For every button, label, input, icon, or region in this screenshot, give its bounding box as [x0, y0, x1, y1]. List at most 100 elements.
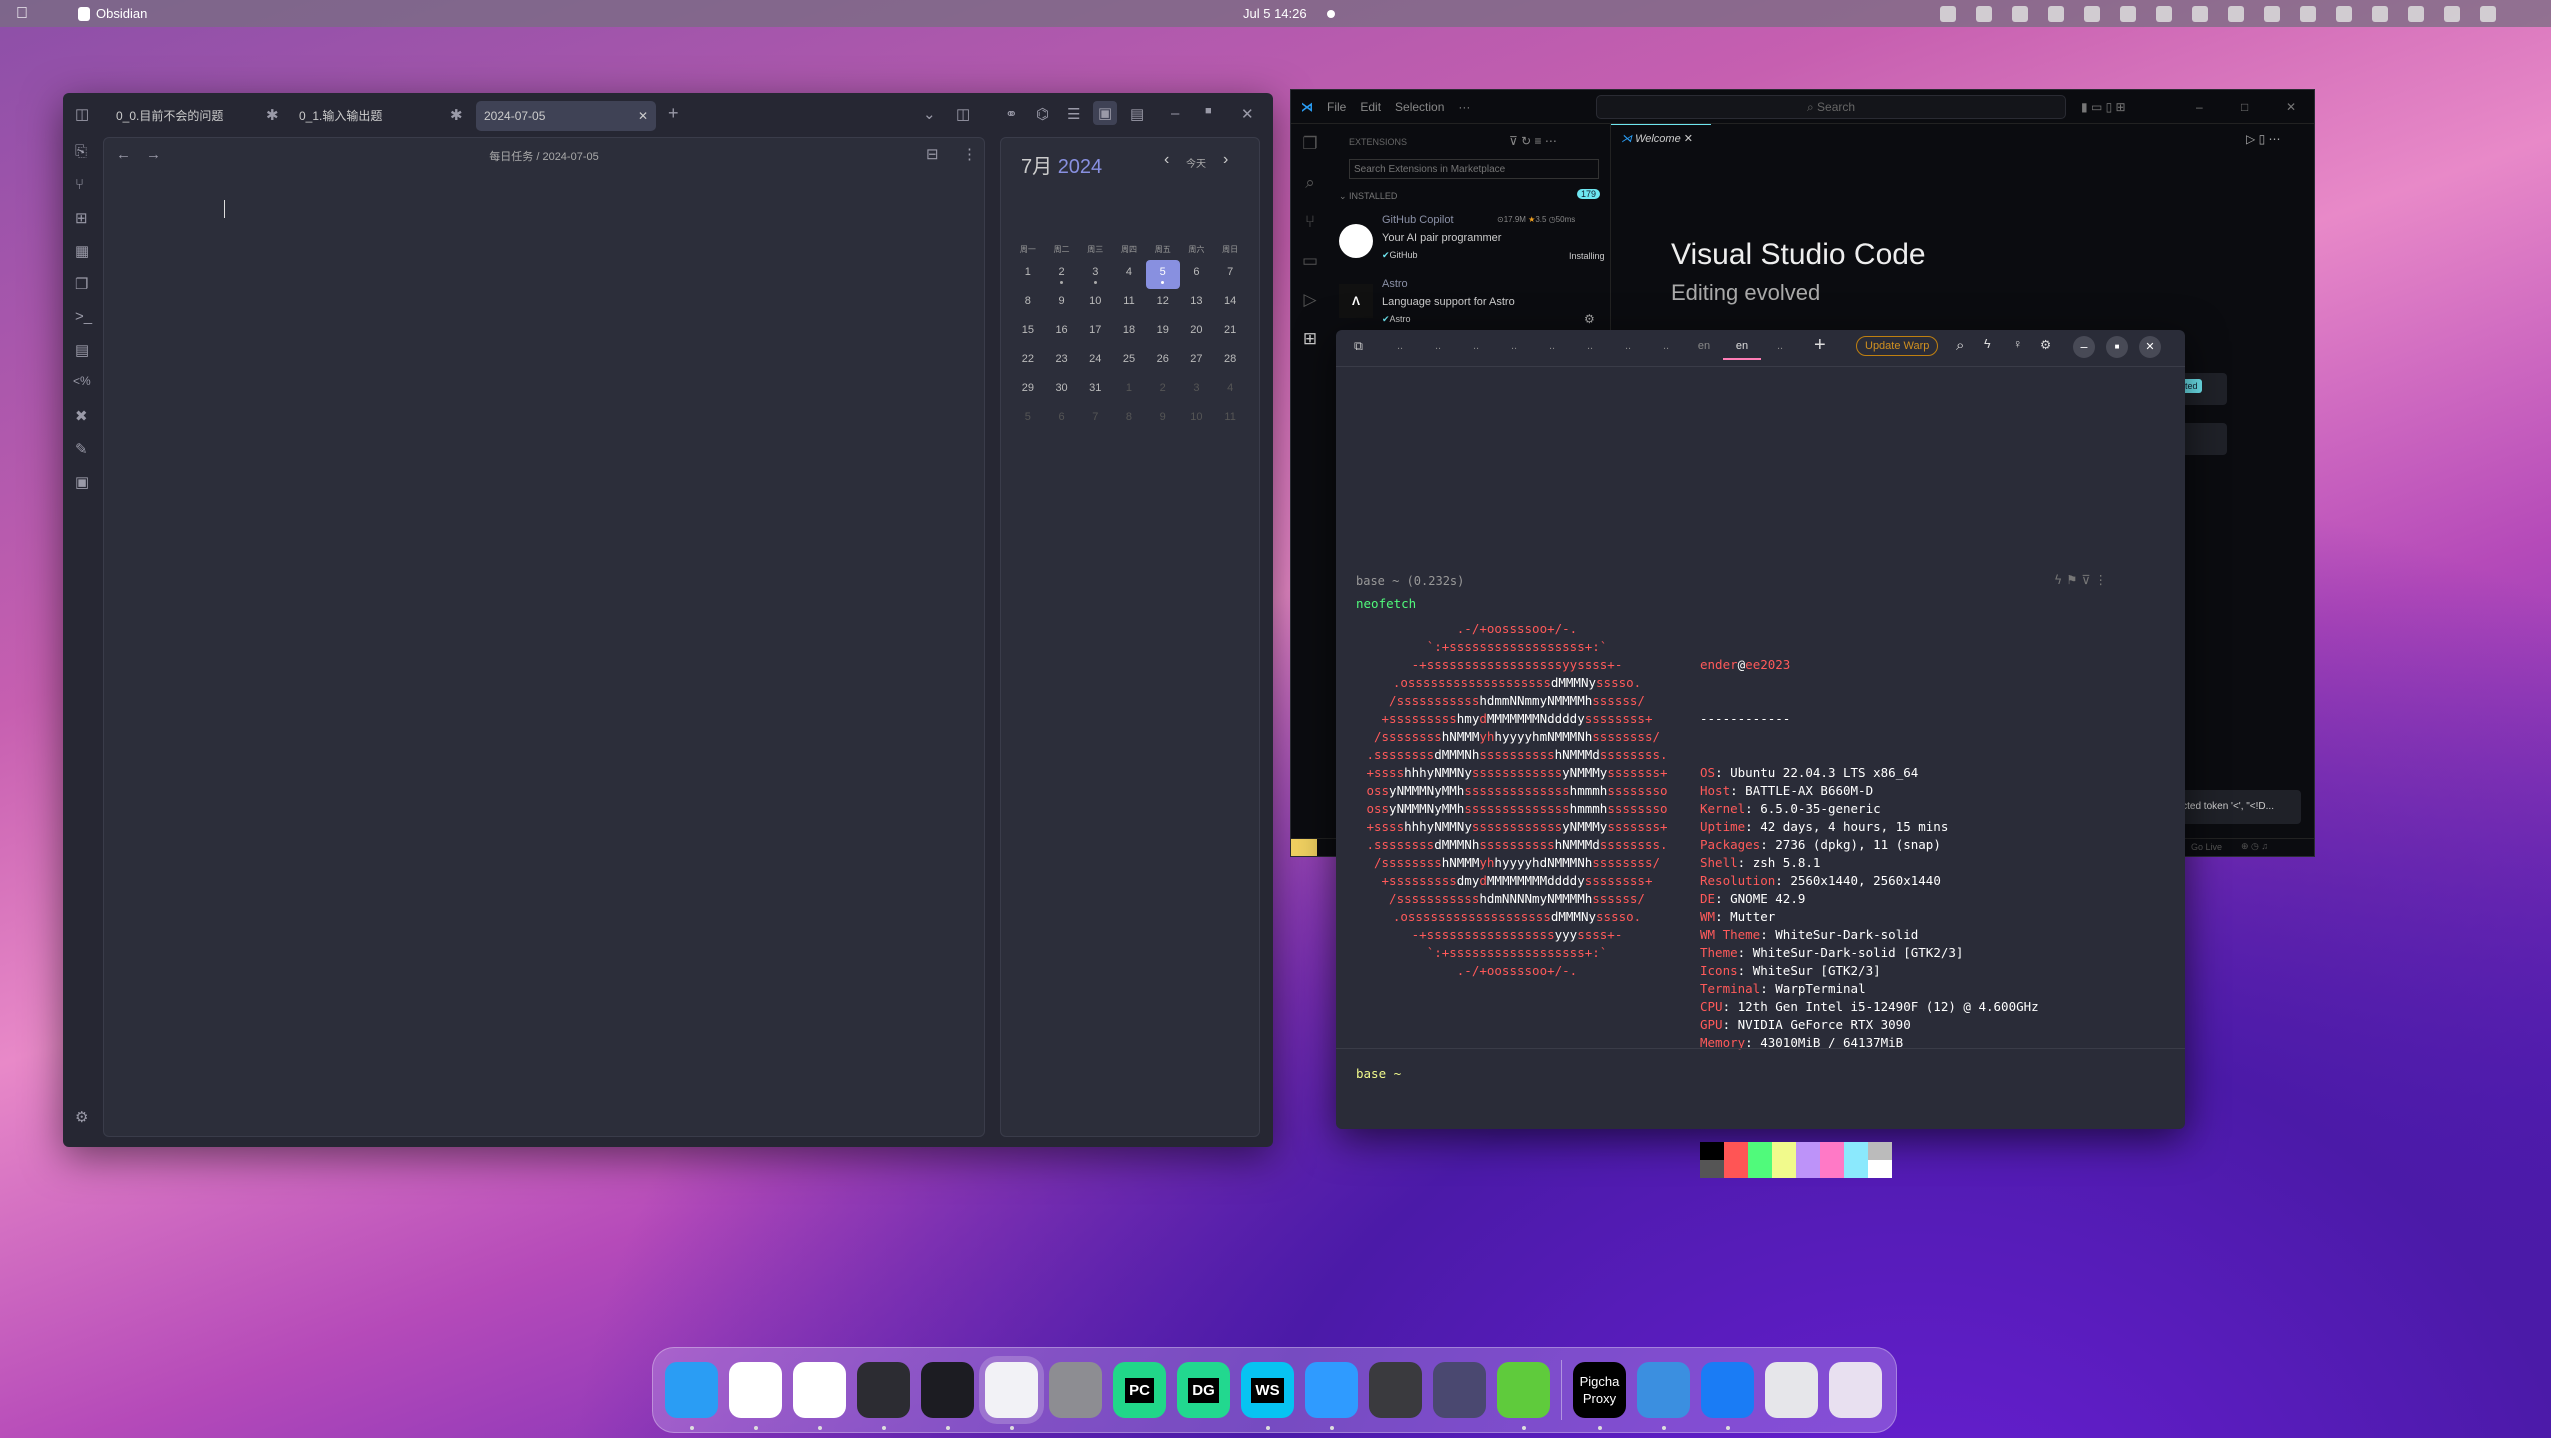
calendar-search-icon[interactable]: ▤: [1130, 105, 1144, 123]
explorer-icon[interactable]: ❐: [1291, 124, 1329, 163]
calendar-day[interactable]: 9: [1146, 405, 1180, 434]
settings-icon[interactable]: ⚙: [2040, 337, 2051, 352]
pigcha-proxy-icon[interactable]: Pigcha Proxy: [1573, 1362, 1626, 1430]
notification-toast[interactable]: pected token '<', "<!D...: [2171, 790, 2301, 824]
terminal-tab[interactable]: en: [1685, 340, 1723, 360]
app-icon[interactable]: [2300, 5, 2316, 22]
extension-item[interactable]: Λ Astro Language support for Astro ✔Astr…: [1339, 274, 1604, 334]
today-button[interactable]: 今天: [1186, 155, 1206, 170]
app-icon[interactable]: [2264, 5, 2280, 22]
go-live-button[interactable]: Go Live: [2191, 842, 2222, 852]
paper-plane-icon[interactable]: [793, 1362, 846, 1430]
tags-icon[interactable]: ⌬: [1036, 105, 1049, 123]
tab[interactable]: 0_0.目前不会的问题: [108, 101, 231, 131]
calendar-day[interactable]: 8: [1011, 289, 1045, 318]
new-tab-icon[interactable]: +: [1814, 334, 1826, 357]
finder-icon[interactable]: [665, 1362, 718, 1430]
calendar-day[interactable]: 19: [1146, 318, 1180, 347]
calendar-day[interactable]: 5: [1011, 405, 1045, 434]
calendar-day[interactable]: 1: [1112, 376, 1146, 405]
calendar-day[interactable]: 29: [1011, 376, 1045, 405]
prompt-input[interactable]: base ~: [1356, 1066, 2165, 1081]
terminal-tab[interactable]: ..: [1457, 340, 1495, 360]
chat-icon[interactable]: [1305, 1362, 1358, 1430]
clock[interactable]: Jul 5 14:26: [1243, 6, 1307, 21]
calendar-day[interactable]: 20: [1180, 318, 1214, 347]
terminal-tab[interactable]: ..: [1381, 340, 1419, 360]
menu-edit[interactable]: Edit: [1360, 100, 1381, 114]
code-icon[interactable]: <%: [73, 374, 91, 388]
calendar-day[interactable]: 18: [1112, 318, 1146, 347]
app-icon[interactable]: [2192, 5, 2208, 22]
calendar-day[interactable]: 7: [1078, 405, 1112, 434]
app-icon[interactable]: [1976, 5, 1992, 22]
sidebar-actions[interactable]: ⊽ ↻ ≡ ⋯: [1509, 134, 1557, 148]
close-button[interactable]: ✕: [2139, 336, 2161, 358]
calendar-day[interactable]: 27: [1180, 347, 1214, 376]
minimize-icon[interactable]: –: [2196, 100, 2203, 114]
settings-icon[interactable]: ⚙: [75, 1108, 88, 1126]
webstorm-icon[interactable]: WS: [1241, 1362, 1294, 1430]
chevron-down-icon[interactable]: ⌄: [923, 105, 936, 123]
minimize-icon[interactable]: –: [1171, 105, 1179, 122]
canvas-icon[interactable]: ⊞: [75, 209, 88, 227]
terminal-tab[interactable]: ..: [1647, 340, 1685, 360]
calendar-day[interactable]: 30: [1045, 376, 1079, 405]
calendar-day[interactable]: 21: [1213, 318, 1247, 347]
obsidian-icon[interactable]: [985, 1362, 1038, 1430]
calendar-day[interactable]: 3: [1180, 376, 1214, 405]
tab-welcome[interactable]: ⋊ Welcome ✕: [1611, 124, 1711, 154]
run-debug-icon[interactable]: ▷: [1291, 280, 1329, 319]
prev-month-icon[interactable]: ‹: [1164, 151, 1169, 169]
maximize-icon[interactable]: □: [2241, 100, 2248, 114]
calendar-day[interactable]: 11: [1112, 289, 1146, 318]
calendar-day[interactable]: 17: [1078, 318, 1112, 347]
app-icon[interactable]: [2120, 5, 2136, 22]
layout-icons[interactable]: ▮ ▭ ▯ ⊞: [2081, 100, 2126, 114]
close-icon[interactable]: ✕: [2286, 100, 2296, 114]
calendar-day[interactable]: 5: [1145, 260, 1180, 289]
editor-actions[interactable]: ▷ ▯ ⋯: [2246, 132, 2281, 146]
reading-mode-icon[interactable]: ⊟: [926, 145, 939, 163]
warp-icon[interactable]: [1940, 5, 1956, 22]
tab-active[interactable]: 2024-07-05 ✕: [476, 101, 656, 131]
apple-icon[interactable]: : [16, 5, 28, 23]
calendar-day[interactable]: 22: [1011, 347, 1045, 376]
trash-icon[interactable]: [1765, 1362, 1818, 1418]
calendar-day[interactable]: 13: [1180, 289, 1214, 318]
right-sidebar-icon[interactable]: ◫: [956, 105, 970, 123]
update-warp-button[interactable]: Update Warp: [1856, 336, 1939, 356]
image-viewer-icon[interactable]: [1637, 1362, 1690, 1430]
volume-icon[interactable]: [2444, 5, 2460, 22]
app-store-icon[interactable]: [1701, 1362, 1754, 1430]
app-name-menu[interactable]: Obsidian: [96, 6, 147, 21]
calendar-day[interactable]: 2: [1146, 376, 1180, 405]
vscode-icon[interactable]: [857, 1362, 910, 1430]
remote-icon[interactable]: ▭: [1291, 241, 1329, 280]
app-icon[interactable]: [2156, 5, 2172, 22]
terminal-tab[interactable]: en: [1723, 340, 1761, 360]
menu-more[interactable]: ···: [1458, 100, 1470, 114]
calendar-day[interactable]: 6: [1045, 405, 1079, 434]
calendar-day[interactable]: 11: [1213, 405, 1247, 434]
warp-icon[interactable]: [921, 1362, 974, 1430]
table-icon[interactable]: ▤: [75, 341, 89, 359]
screenshot-icon[interactable]: [1369, 1362, 1422, 1418]
calendar-icon[interactable]: ▣: [1093, 101, 1118, 125]
calendar-day[interactable]: 26: [1146, 347, 1180, 376]
close-icon[interactable]: ✕: [638, 101, 648, 131]
source-control-icon[interactable]: ⑂: [1291, 202, 1329, 241]
minimize-button[interactable]: –: [2073, 336, 2095, 358]
command-search[interactable]: ⌕ Search: [1596, 95, 2066, 119]
calendar-day[interactable]: 8: [1112, 405, 1146, 434]
app-icon[interactable]: [2012, 5, 2028, 22]
remote-indicator[interactable]: [1291, 839, 1317, 856]
calendar-day[interactable]: 10: [1180, 405, 1214, 434]
network-icon[interactable]: [2408, 5, 2424, 22]
pycharm-icon[interactable]: PC: [1113, 1362, 1166, 1418]
calendar-day[interactable]: 16: [1045, 318, 1079, 347]
calendar-day[interactable]: 23: [1045, 347, 1079, 376]
app-icon[interactable]: [2336, 5, 2352, 22]
battery-icon[interactable]: [2228, 5, 2244, 22]
tools-icon[interactable]: ✖: [75, 407, 88, 425]
